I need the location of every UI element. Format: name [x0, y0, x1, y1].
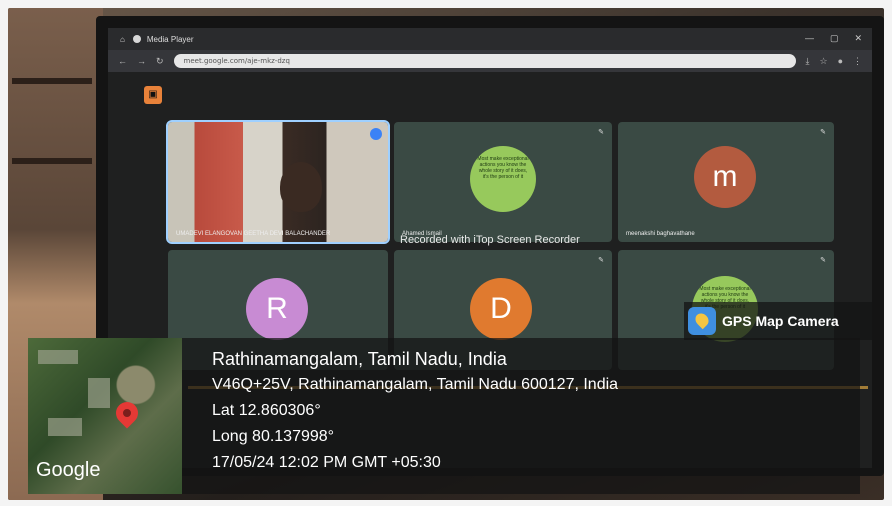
shelf	[12, 78, 92, 84]
menu-icon[interactable]: ⋮	[853, 56, 862, 67]
download-icon[interactable]: ⤓	[806, 56, 810, 67]
map-thumbnail: Google	[28, 338, 182, 494]
maximize-button[interactable]: ▢	[830, 33, 839, 44]
profile-icon[interactable]: ●	[838, 56, 843, 67]
place-name: Rathinamangalam, Tamil Nadu, India	[212, 349, 507, 369]
recorder-watermark: Recorded with iTop Screen Recorder	[400, 234, 580, 246]
browser-tab[interactable]: Media Player	[132, 34, 194, 44]
google-logo: Google	[36, 459, 101, 481]
mic-off-icon: ✎	[820, 257, 826, 264]
map-building	[48, 418, 82, 436]
reload-icon[interactable]: ↻	[156, 56, 164, 67]
url-field[interactable]: meet.google.com/aje-mkz-dzq	[173, 54, 796, 68]
mic-off-icon: ✎	[820, 129, 826, 136]
meet-app-icon[interactable]: ▣	[144, 86, 162, 104]
participant-video	[280, 162, 322, 212]
close-button[interactable]: ✕	[854, 33, 862, 44]
longitude: Long 80.137998°	[212, 428, 335, 445]
participant-image: Most make exceptional actions you know t…	[470, 146, 536, 212]
tab-favicon-icon	[132, 35, 141, 43]
shelf	[12, 158, 92, 164]
gps-camera-logo-icon	[688, 307, 716, 335]
gps-brand-label: GPS Map Camera	[722, 313, 839, 329]
address-bar: ← → ↻ meet.google.com/aje-mkz-dzq ⤓ ☆ ● …	[108, 50, 872, 72]
home-icon[interactable]: ⌂	[120, 35, 125, 44]
timestamp: 17/05/24 12:02 PM GMT +05:30	[212, 454, 441, 471]
browser-titlebar: ⌂ Media Player — ▢ ✕	[108, 28, 872, 50]
star-icon[interactable]: ☆	[819, 56, 827, 67]
mic-off-icon: ✎	[598, 257, 604, 264]
map-building	[38, 350, 78, 364]
avatar: R	[246, 278, 308, 340]
gps-info-panel: Rathinamangalam, Tamil Nadu, India V46Q+…	[182, 338, 860, 494]
avatar: m	[694, 146, 756, 208]
latitude: Lat 12.860306°	[212, 402, 321, 419]
window-controls: — ▢ ✕	[805, 33, 862, 44]
mic-off-icon: ✎	[598, 129, 604, 136]
minimize-button[interactable]: —	[805, 33, 814, 44]
map-building	[88, 378, 110, 408]
participant-tile-sticker[interactable]: ✎ Most make exceptional actions you know…	[394, 122, 612, 242]
gps-camera-brand: GPS Map Camera	[684, 302, 880, 340]
forward-icon[interactable]: →	[137, 56, 146, 66]
address: V46Q+25V, Rathinamangalam, Tamil Nadu 60…	[212, 376, 619, 393]
pin-icon[interactable]	[370, 128, 382, 140]
location-pin-icon	[111, 397, 143, 429]
participant-tile-avatar[interactable]: ✎ m meenakshi baghavathane	[618, 122, 834, 242]
back-icon[interactable]: ←	[118, 56, 127, 66]
toolbar-icons: ⤓ ☆ ● ⋮	[806, 56, 863, 67]
participant-name: meenakshi baghavathane	[626, 231, 695, 237]
participant-tile-camera[interactable]: UMADEVI ELANGOVAN GEETHA DEVI BALACHANDE…	[166, 120, 390, 244]
participant-name: UMADEVI ELANGOVAN GEETHA DEVI BALACHANDE…	[176, 231, 331, 237]
avatar: D	[470, 278, 532, 340]
tab-title: Media Player	[146, 34, 194, 44]
